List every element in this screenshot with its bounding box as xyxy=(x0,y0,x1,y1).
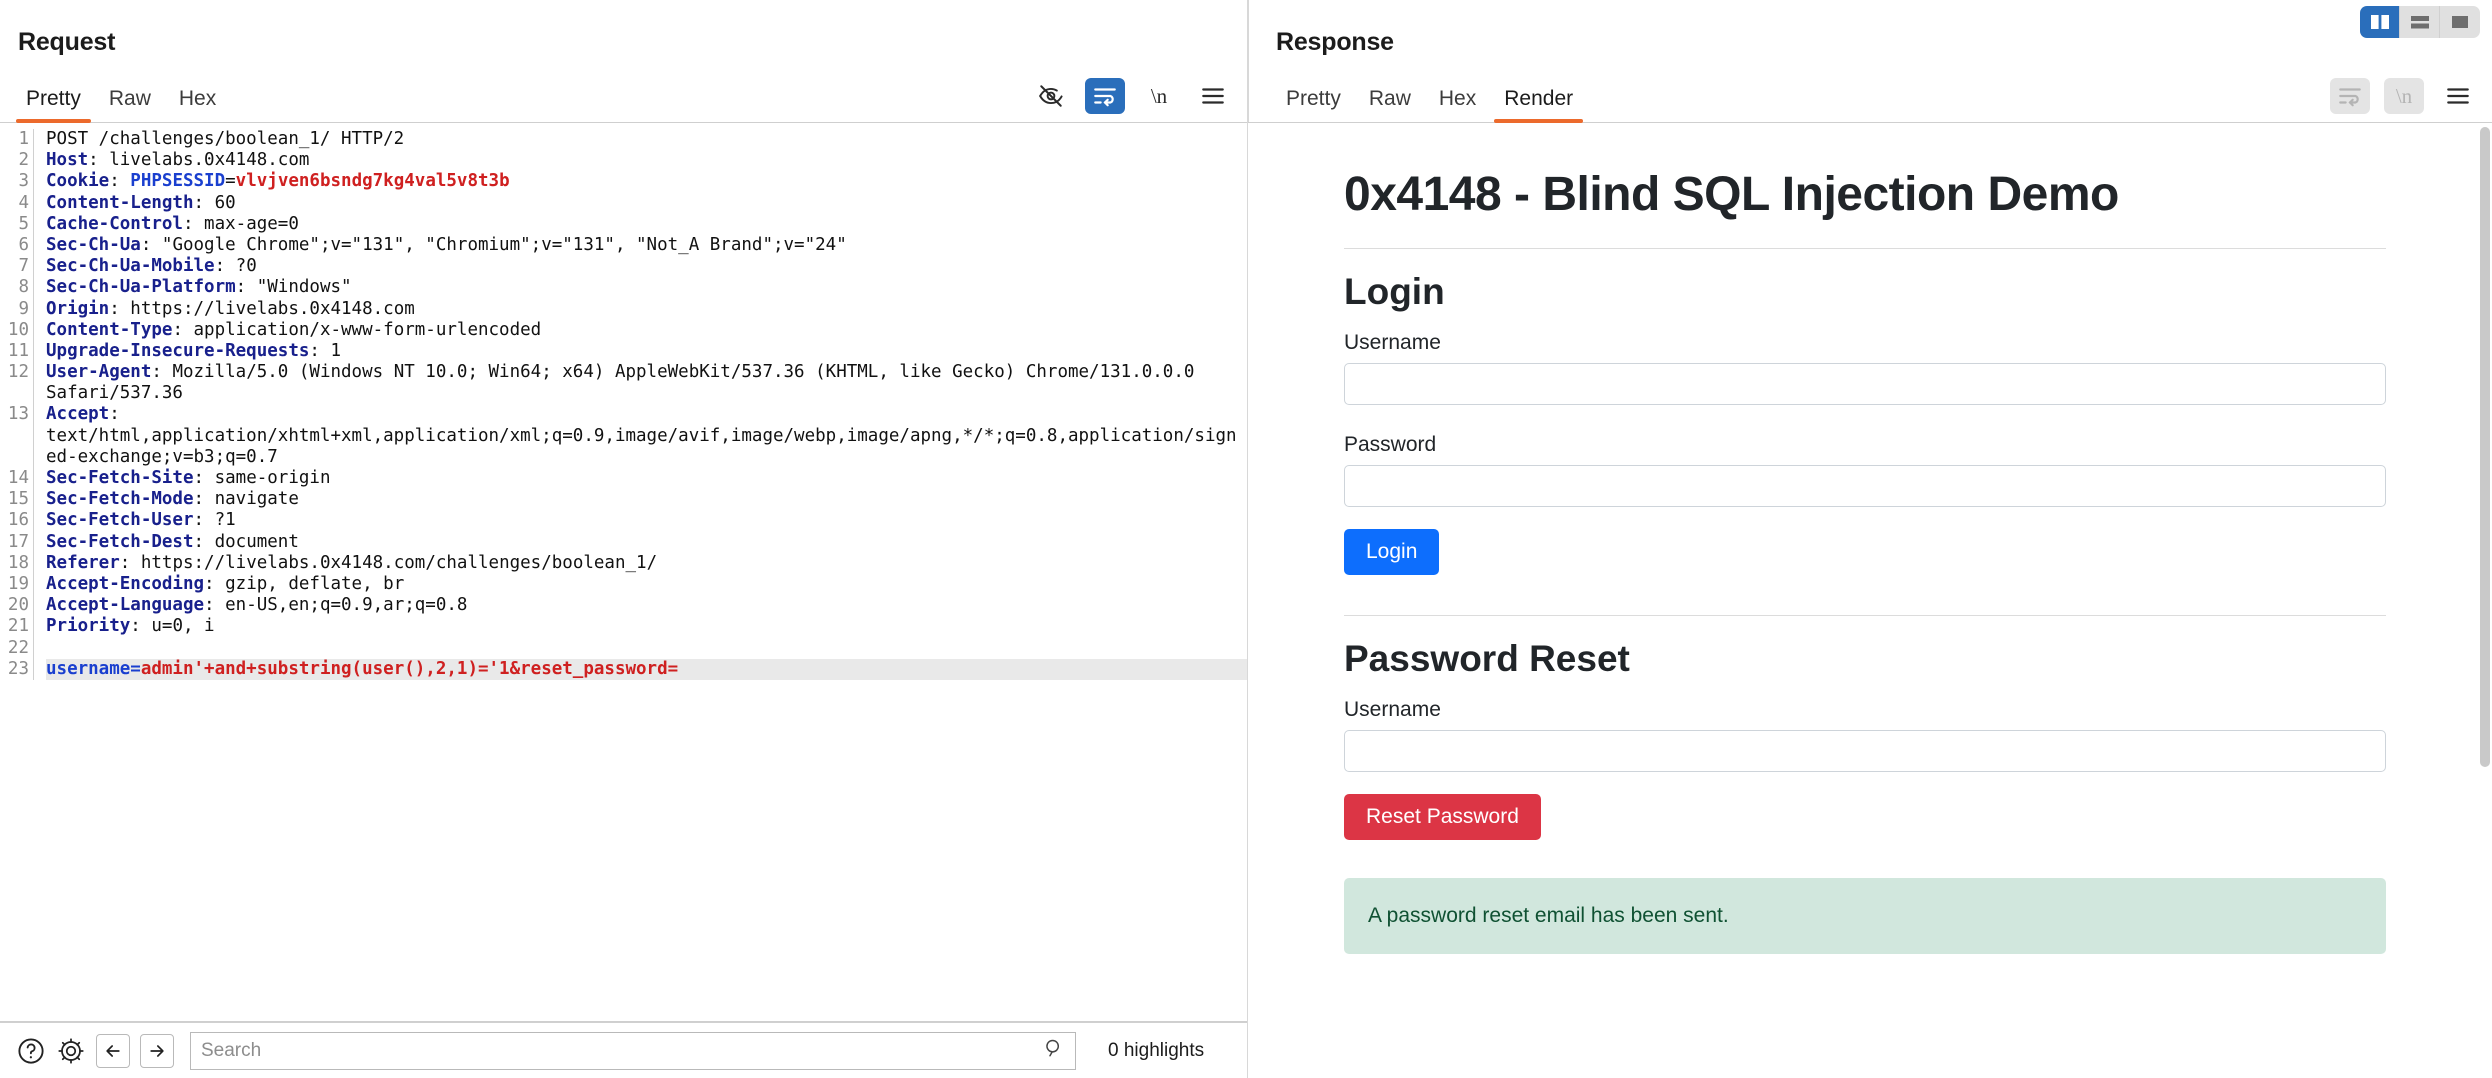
code-line: Priority: u=0, i xyxy=(46,616,215,637)
response-pane: Response Pretty Raw Hex Render \n 0x4148… xyxy=(1248,0,2492,1078)
tab-request-raw[interactable]: Raw xyxy=(95,87,165,122)
code-line: Host: livelabs.0x4148.com xyxy=(46,150,310,171)
response-toolbar: \n xyxy=(2330,78,2478,114)
code-line: Sec-Fetch-Site: same-origin xyxy=(46,468,331,488)
code-line: Cache-Control: max-age=0 xyxy=(46,213,299,234)
show-newlines-icon[interactable]: \n xyxy=(2384,78,2424,114)
code-line: POST /challenges/boolean_1/ HTTP/2 xyxy=(46,129,405,149)
tab-response-render[interactable]: Render xyxy=(1490,87,1587,123)
request-tabs: Pretty Raw Hex \n xyxy=(0,71,1247,123)
search-magnifier-icon[interactable] xyxy=(1043,1037,1065,1064)
highlight-count: 0 highlights xyxy=(1108,1039,1205,1061)
code-line: Referer: https://livelabs.0x4148.com/cha… xyxy=(46,552,658,573)
rendered-page: 0x4148 - Blind SQL Injection Demo Login … xyxy=(1248,123,2438,992)
password-reset-heading: Password Reset xyxy=(1344,638,1630,679)
divider xyxy=(1344,248,2386,249)
code-line: Sec-Fetch-User: ?1 xyxy=(46,510,236,531)
login-password-input[interactable] xyxy=(1344,465,2386,507)
code-line: User-Agent: Mozilla/5.0 (Windows NT 10.0… xyxy=(46,362,1195,383)
code-line: Accept-Encoding: gzip, deflate, br xyxy=(46,573,405,594)
code-line: Content-Length: 60 xyxy=(46,192,236,213)
request-pane-title: Request xyxy=(18,28,116,56)
login-username-label: Username xyxy=(1344,331,1441,354)
code-line: Sec-Ch-Ua: "Google Chrome";v="131", "Chr… xyxy=(46,234,847,255)
burp-suite-window: Request Pretty Raw Hex \n 1 2 3 4 5 6 7 … xyxy=(0,0,2492,1078)
code-line: Sec-Fetch-Mode: navigate xyxy=(46,489,299,510)
tab-response-pretty[interactable]: Pretty xyxy=(1272,87,1355,122)
reset-success-alert: A password reset email has been sent. xyxy=(1344,878,2386,954)
render-scrollbar-thumb[interactable] xyxy=(2480,127,2490,767)
show-newlines-icon[interactable]: \n xyxy=(1139,78,1179,114)
code-line-continuation: ed-exchange;v=b3;q=0.7 xyxy=(46,446,278,467)
response-pane-title: Response xyxy=(1276,28,1394,56)
tab-request-hex[interactable]: Hex xyxy=(165,87,230,122)
layout-single-pane-button[interactable] xyxy=(2440,6,2480,38)
hide-non-printable-icon[interactable] xyxy=(1031,78,1071,114)
menu-icon[interactable] xyxy=(2438,78,2478,114)
code-line: Content-Type: application/x-www-form-url… xyxy=(46,319,542,340)
code-line: Upgrade-Insecure-Requests: 1 xyxy=(46,340,342,361)
tab-request-pretty[interactable]: Pretty xyxy=(12,87,95,123)
request-search-bar: 0 highlights xyxy=(0,1022,1247,1078)
page-title: 0x4148 - Blind SQL Injection Demo xyxy=(1344,168,2119,221)
forward-arrow-icon[interactable] xyxy=(140,1033,174,1068)
layout-toggle-group xyxy=(2360,6,2480,38)
reset-username-label: Username xyxy=(1344,698,1441,721)
menu-icon[interactable] xyxy=(1193,78,1233,114)
search-input[interactable] xyxy=(201,1039,1043,1062)
search-input-wrapper[interactable] xyxy=(190,1031,1076,1070)
code-line: Accept-Language: en-US,en;q=0.9,ar;q=0.8 xyxy=(46,595,468,616)
code-line: Sec-Ch-Ua-Mobile: ?0 xyxy=(46,256,257,277)
render-scrollbar[interactable] xyxy=(2480,123,2490,1078)
help-icon[interactable] xyxy=(16,1036,46,1066)
reset-username-input[interactable] xyxy=(1344,730,2386,772)
tab-response-hex[interactable]: Hex xyxy=(1425,87,1490,122)
code-line: Cookie: PHPSESSID=vlvjven6bsndg7kg4val5v… xyxy=(46,171,510,192)
login-password-label: Password xyxy=(1344,433,1437,456)
rendered-response: 0x4148 - Blind SQL Injection Demo Login … xyxy=(1248,123,2492,1078)
reset-password-button[interactable]: Reset Password xyxy=(1344,794,1541,840)
code-line-continuation: Safari/537.36 xyxy=(46,383,183,404)
login-submit-button[interactable]: Login xyxy=(1344,529,1440,575)
tab-response-raw[interactable]: Raw xyxy=(1355,87,1425,122)
login-heading: Login xyxy=(1344,271,1445,312)
code-line: Sec-Ch-Ua-Platform: "Windows" xyxy=(46,277,352,298)
layout-horizontal-split-button[interactable] xyxy=(2400,6,2440,38)
request-toolbar: \n xyxy=(1031,78,1233,114)
code-line: Accept: xyxy=(46,404,120,425)
request-pane: Request Pretty Raw Hex \n 1 2 3 4 5 6 7 … xyxy=(0,0,1248,1078)
word-wrap-icon[interactable] xyxy=(1085,78,1125,114)
code-line-body: username=admin'+and+substring(user(),2,1… xyxy=(46,658,1247,680)
login-username-input[interactable] xyxy=(1344,363,2386,405)
word-wrap-icon[interactable] xyxy=(2330,78,2370,114)
back-arrow-icon[interactable] xyxy=(96,1033,130,1068)
code-line: Origin: https://livelabs.0x4148.com xyxy=(46,298,415,319)
request-editor[interactable]: 1234567 89101112. 13.. 141516171819 2021… xyxy=(0,123,1247,1022)
response-tabs: Pretty Raw Hex Render \n xyxy=(1248,71,2492,123)
layout-vertical-split-button[interactable] xyxy=(2360,6,2400,38)
divider xyxy=(1344,615,2386,616)
code-line: Sec-Fetch-Dest: document xyxy=(46,531,299,552)
code-line-continuation: text/html,application/xhtml+xml,applicat… xyxy=(46,425,1237,446)
request-code: POST /challenges/boolean_1/ HTTP/2 Host:… xyxy=(34,129,1247,680)
request-line-numbers: 1234567 89101112. 13.. 141516171819 2021… xyxy=(0,129,34,680)
settings-gear-icon[interactable] xyxy=(56,1036,86,1066)
